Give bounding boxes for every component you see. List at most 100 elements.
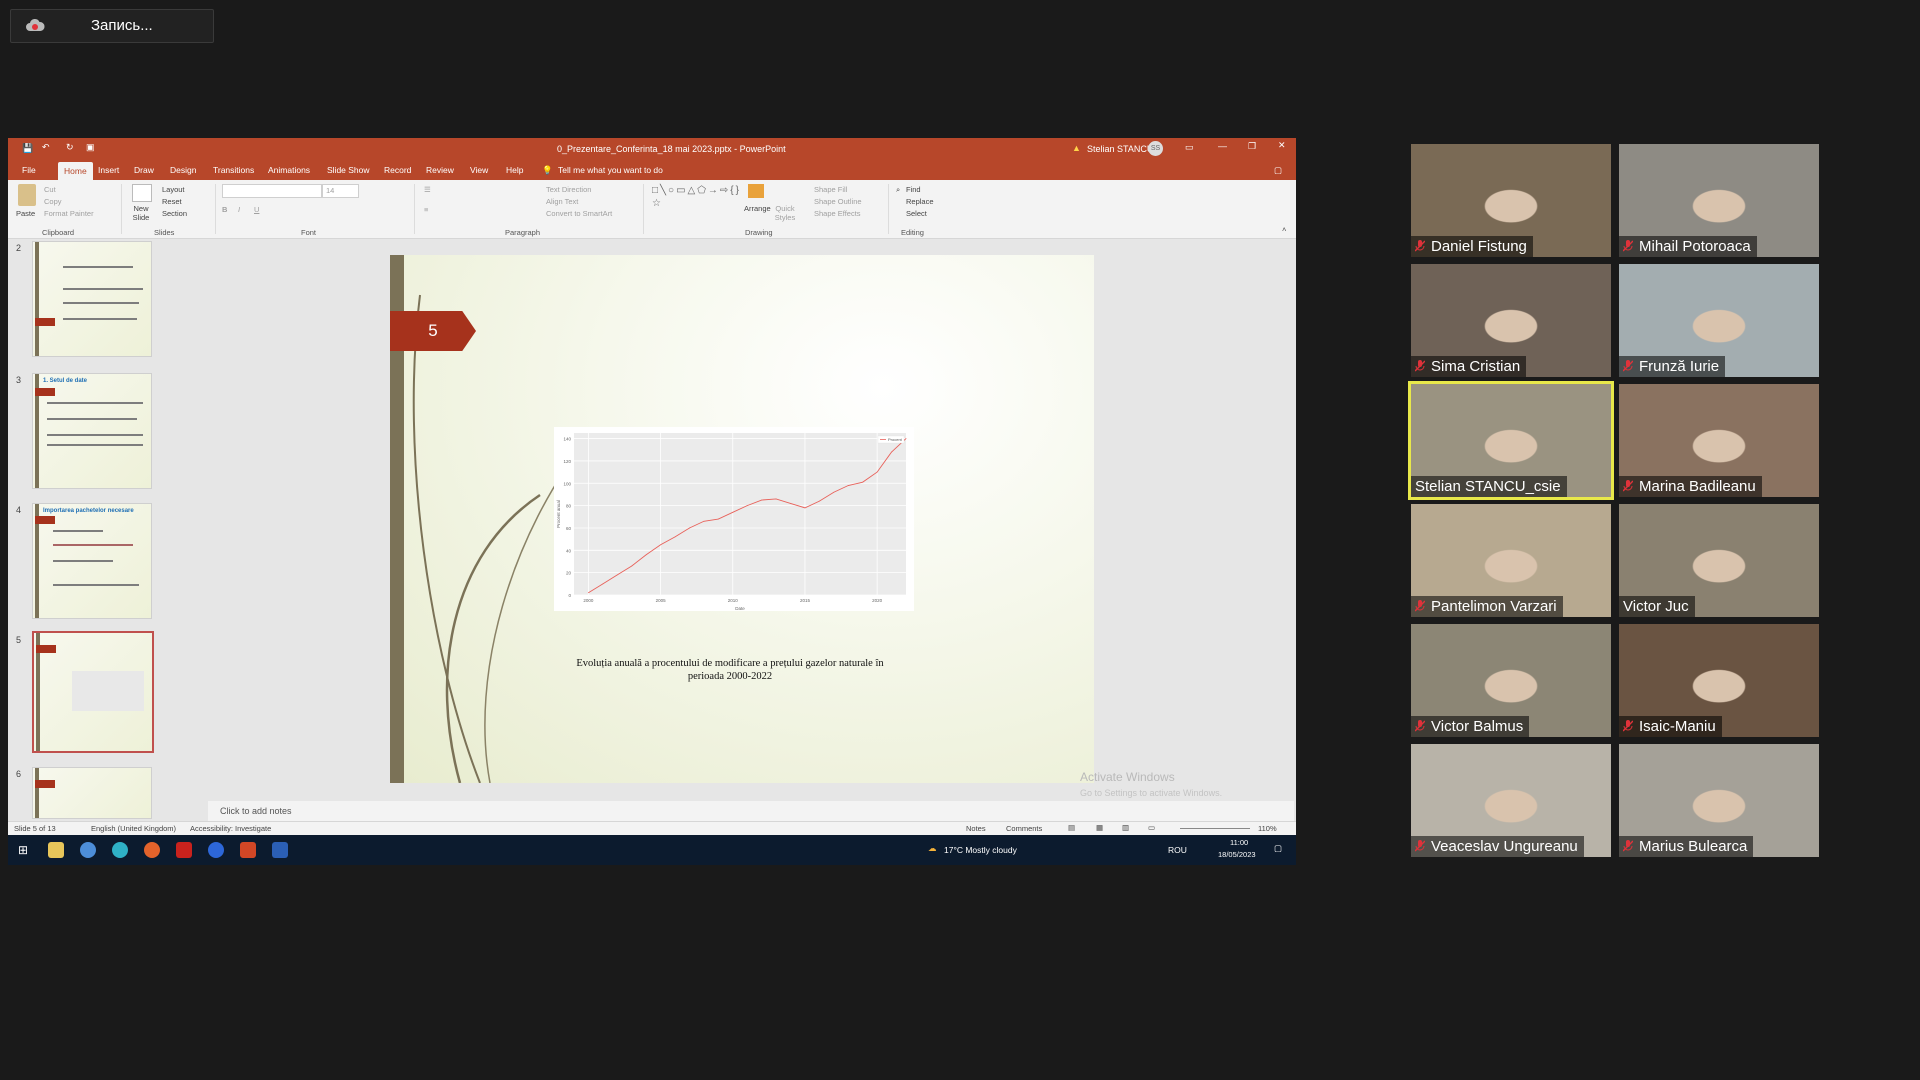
shape-effects-button[interactable]: Shape Effects xyxy=(814,209,861,218)
participant-tile[interactable]: Marina Badileanu xyxy=(1619,384,1819,497)
layout-button[interactable]: Layout xyxy=(162,185,185,194)
user-name[interactable]: Stelian STANCU xyxy=(1087,144,1153,154)
font-name-select[interactable] xyxy=(222,184,322,198)
arrange-icon[interactable] xyxy=(748,184,764,198)
tab-view[interactable]: View xyxy=(470,165,488,175)
tab-animations[interactable]: Animations xyxy=(268,165,310,175)
ribbon-display-icon[interactable]: ▭ xyxy=(1185,142,1194,153)
slide-thumbnail[interactable]: Importarea pachetelor necesare xyxy=(32,503,152,619)
shape-outline-button[interactable]: Shape Outline xyxy=(814,197,862,206)
normal-view-icon[interactable]: ▤ xyxy=(1068,823,1075,832)
comments-icon[interactable]: ▢ xyxy=(1274,165,1282,176)
clock-date[interactable]: 18/05/2023 xyxy=(1218,850,1256,859)
chrome-icon[interactable] xyxy=(80,842,96,858)
minimize-icon[interactable]: — xyxy=(1218,141,1227,151)
tab-record[interactable]: Record xyxy=(384,165,411,175)
participant-tile[interactable]: Victor Juc xyxy=(1619,504,1819,617)
collapse-ribbon-icon[interactable]: ˄ xyxy=(1282,225,1286,234)
acrobat-icon[interactable] xyxy=(176,842,192,858)
align-text-button[interactable]: Align Text xyxy=(546,197,578,206)
chart-caption[interactable]: Evoluția anuală a procentului de modific… xyxy=(510,657,950,683)
restore-icon[interactable]: ❐ xyxy=(1248,141,1256,152)
reset-button[interactable]: Reset xyxy=(162,197,182,206)
convert-smartart-button[interactable]: Convert to SmartArt xyxy=(546,209,612,218)
close-icon[interactable]: ✕ xyxy=(1278,140,1286,151)
participant-tile[interactable]: Daniel Fistung xyxy=(1411,144,1611,257)
tab-insert[interactable]: Insert xyxy=(98,165,119,175)
comments-button[interactable]: Comments xyxy=(1006,824,1042,833)
paste-icon[interactable] xyxy=(18,184,36,206)
tab-transitions[interactable]: Transitions xyxy=(213,165,254,175)
bold-icon[interactable]: B xyxy=(222,205,227,214)
new-slide-button[interactable]: New Slide xyxy=(127,204,155,222)
find-button[interactable]: Find xyxy=(906,185,921,194)
slide-thumbnail[interactable] xyxy=(32,241,152,357)
participant-tile[interactable]: Stelian STANCU_csie xyxy=(1408,381,1614,500)
word-icon[interactable] xyxy=(272,842,288,858)
zoom-slider[interactable] xyxy=(1180,828,1250,829)
undo-icon[interactable]: ↶ xyxy=(42,142,50,153)
arrange-button[interactable]: Arrange xyxy=(744,204,771,213)
chart[interactable]: 0 20 40 60 80 100 120 140 2000 2005 2010 2015 2020 Da… xyxy=(554,427,914,611)
current-slide[interactable]: 5 0 20 40 60 80 100 120 140 2000 2005 2010 2015 2020… xyxy=(390,255,1094,783)
reading-view-icon[interactable]: ▥ xyxy=(1122,823,1129,832)
shapes-gallery[interactable]: □╲○▭△⬠→⇨{}☆ xyxy=(652,184,739,222)
firefox-icon[interactable] xyxy=(144,842,160,858)
slideshow-view-icon[interactable]: ▭ xyxy=(1148,823,1155,832)
accessibility-status[interactable]: Accessibility: Investigate xyxy=(190,824,271,833)
copy-button[interactable]: Copy xyxy=(44,197,62,206)
bullets-icon[interactable]: ☰ xyxy=(424,185,431,194)
edge-icon[interactable] xyxy=(112,842,128,858)
participant-tile[interactable]: Isaic-Maniu xyxy=(1619,624,1819,737)
sorter-view-icon[interactable]: ▦ xyxy=(1096,823,1103,832)
text-direction-button[interactable]: Text Direction xyxy=(546,185,591,194)
tab-draw[interactable]: Draw xyxy=(134,165,154,175)
weather-text[interactable]: 17°C Mostly cloudy xyxy=(944,845,1017,855)
select-button[interactable]: Select xyxy=(906,209,927,218)
cut-button[interactable]: Cut xyxy=(44,185,56,194)
section-button[interactable]: Section xyxy=(162,209,187,218)
align-left-icon[interactable]: ≡ xyxy=(424,205,428,214)
quick-styles-button[interactable]: Quick Styles xyxy=(772,204,798,222)
underline-icon[interactable]: U xyxy=(254,205,259,214)
file-explorer-icon[interactable] xyxy=(48,842,64,858)
notes-placeholder[interactable]: Click to add notes xyxy=(220,806,292,816)
tell-me-input[interactable]: Tell me what you want to do xyxy=(558,165,663,175)
redo-icon[interactable]: ↻ xyxy=(66,142,74,153)
participant-tile[interactable]: Veaceslav Ungureanu xyxy=(1411,744,1611,857)
tab-design[interactable]: Design xyxy=(170,165,196,175)
participant-tile[interactable]: Victor Balmus xyxy=(1411,624,1611,737)
format-painter-button[interactable]: Format Painter xyxy=(44,209,94,218)
slide-thumbnail[interactable] xyxy=(32,767,152,819)
zoom-level[interactable]: 110% xyxy=(1258,824,1277,833)
participant-tile[interactable]: Marius Bulearca xyxy=(1619,744,1819,857)
save-icon[interactable]: 💾 xyxy=(22,143,33,154)
slide-thumbnail[interactable]: 1. Setul de date xyxy=(32,373,152,489)
notes-button[interactable]: Notes xyxy=(966,824,986,833)
paste-button[interactable]: Paste xyxy=(16,209,35,218)
slide-thumbnail-selected[interactable] xyxy=(32,631,154,753)
replace-button[interactable]: Replace xyxy=(906,197,934,206)
avatar[interactable]: SS xyxy=(1148,141,1163,156)
font-size-select[interactable]: 14 xyxy=(322,184,359,198)
slide-thumbnails-pane[interactable]: 2 3 1. Setul de date 4 Importarea pachet… xyxy=(8,239,208,821)
shape-fill-button[interactable]: Shape Fill xyxy=(814,185,847,194)
new-slide-icon[interactable] xyxy=(132,184,152,202)
zoom-app-icon[interactable] xyxy=(208,842,224,858)
tab-home[interactable]: Home xyxy=(58,162,93,180)
participant-tile[interactable]: Mihail Potoroaca xyxy=(1619,144,1819,257)
participant-tile[interactable]: Frunză Iurie xyxy=(1619,264,1819,377)
start-icon[interactable]: ⊞ xyxy=(18,843,28,857)
italic-icon[interactable]: I xyxy=(238,205,240,214)
present-icon[interactable]: ▣ xyxy=(86,142,95,153)
language-status[interactable]: English (United Kingdom) xyxy=(91,824,176,833)
participant-tile[interactable]: Pantelimon Varzari xyxy=(1411,504,1611,617)
notifications-icon[interactable]: ▢ xyxy=(1274,843,1282,854)
input-language[interactable]: ROU xyxy=(1168,845,1187,855)
powerpoint-icon[interactable] xyxy=(240,842,256,858)
tab-help[interactable]: Help xyxy=(506,165,523,175)
clock-time[interactable]: 11:00 xyxy=(1230,838,1248,847)
tab-slide-show[interactable]: Slide Show xyxy=(327,165,370,175)
participant-tile[interactable]: Sima Cristian xyxy=(1411,264,1611,377)
notes-pane[interactable]: Click to add notes xyxy=(208,801,1294,821)
